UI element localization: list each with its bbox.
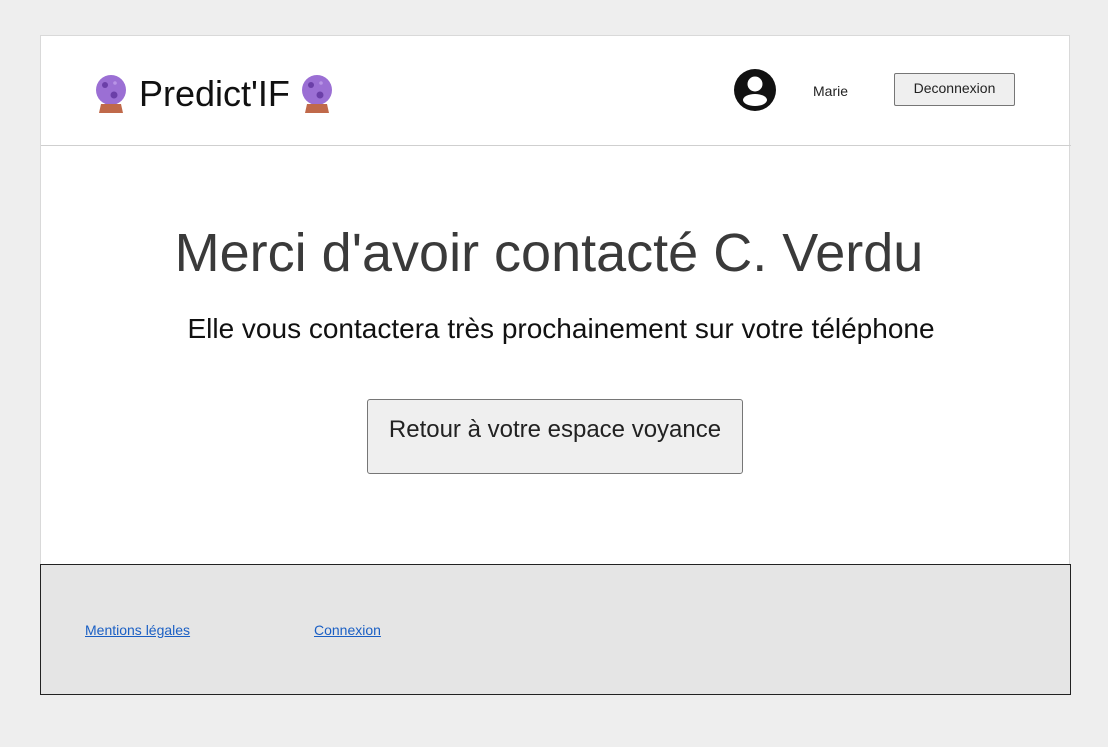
logout-button[interactable]: Deconnexion [894, 73, 1015, 106]
user-name: Marie [813, 83, 849, 99]
page-title: Merci d'avoir contacté C. Verdu [174, 223, 924, 283]
page-subtitle: Elle vous contactera très prochainement … [187, 313, 935, 344]
footer: Mentions légales Connexion [40, 564, 1071, 695]
back-to-space-button[interactable]: Retour à votre espace voyance [367, 399, 743, 474]
login-link[interactable]: Connexion [314, 622, 381, 638]
crystal-ball-icon [301, 75, 332, 113]
crystal-ball-icon [96, 75, 126, 113]
legal-notice-link[interactable]: Mentions légales [85, 622, 190, 638]
header: Predict'IF Marie Deconnexion [41, 36, 1071, 146]
brand: Predict'IF [94, 74, 334, 114]
account-circle-icon[interactable] [733, 68, 777, 112]
brand-title: Predict'IF [139, 73, 290, 114]
